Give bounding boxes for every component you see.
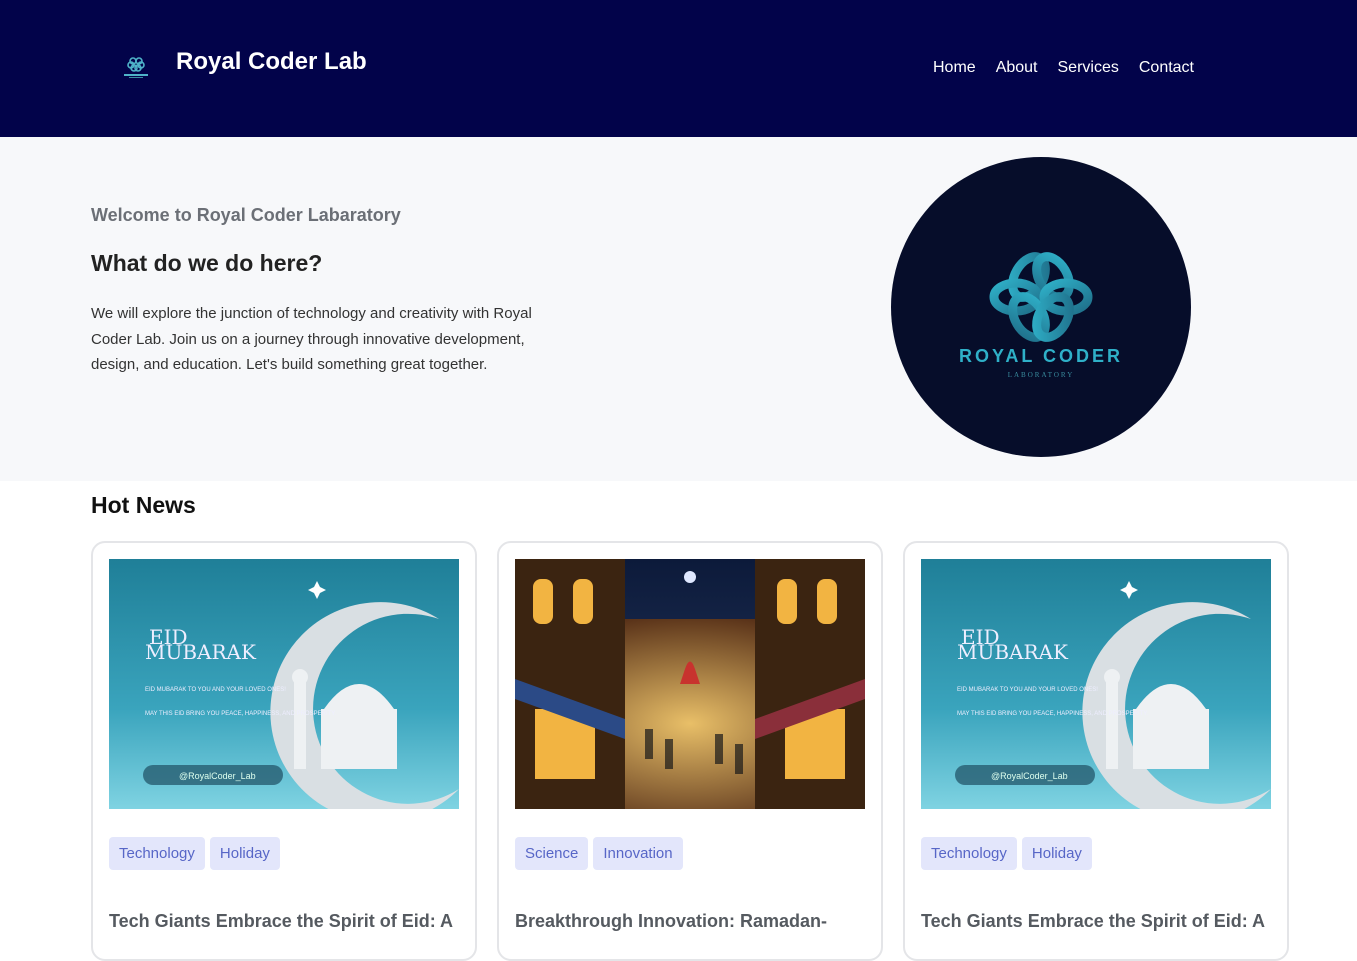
- main-nav: Home About Services Contact: [933, 59, 1194, 77]
- moon-icon: [684, 571, 696, 583]
- news-card-tags: Science Innovation: [515, 837, 683, 870]
- tag-innovation[interactable]: Innovation: [593, 837, 683, 870]
- brand-title[interactable]: Royal Coder Lab: [176, 48, 367, 76]
- logo-text: ROYAL CODER: [959, 346, 1123, 366]
- news-card-image[interactable]: EID MUBARAK EID MUBARAK TO YOU AND YOUR …: [921, 559, 1271, 809]
- eid-text2: MAY THIS EID BRING YOU PEACE, HAPPINESS,…: [145, 711, 336, 717]
- news-card-tags: Technology Holiday: [109, 837, 280, 870]
- news-card-tags: Technology Holiday: [921, 837, 1092, 870]
- eid-handle: @RoyalCoder_Lab: [991, 771, 1068, 781]
- tag-holiday[interactable]: Holiday: [1021, 837, 1092, 870]
- eid-heading-line2: MUBARAK: [145, 640, 257, 664]
- logo-subtext: LABORATORY: [1008, 371, 1075, 379]
- eid-heading-line2: MUBARAK: [957, 640, 1069, 664]
- site-header: Royal Coder Lab Home About Services Cont…: [0, 0, 1357, 137]
- nav-home-link[interactable]: Home: [933, 59, 976, 77]
- news-card-title[interactable]: Tech Giants Embrace the Spirit of Eid: A: [921, 911, 1281, 932]
- news-card[interactable]: EID MUBARAK EID MUBARAK TO YOU AND YOUR …: [91, 541, 477, 961]
- news-card-image[interactable]: [515, 559, 865, 809]
- hero-welcome-heading: Welcome to Royal Coder Labaratory: [91, 205, 401, 225]
- tag-holiday[interactable]: Holiday: [209, 837, 280, 870]
- royal-coder-logo-icon: ROYAL CODER LABORATORY: [959, 252, 1123, 379]
- hero-logo-circle: ROYAL CODER LABORATORY: [891, 157, 1191, 457]
- eid-text1: EID MUBARAK TO YOU AND YOUR LOVED ONES!: [145, 687, 286, 693]
- news-card-title[interactable]: Tech Giants Embrace the Spirit of Eid: A: [109, 911, 469, 932]
- tag-technology[interactable]: Technology: [109, 837, 205, 870]
- tag-technology[interactable]: Technology: [921, 837, 1017, 870]
- tag-science[interactable]: Science: [515, 837, 589, 870]
- nav-contact-link[interactable]: Contact: [1139, 59, 1194, 77]
- eid-text1: EID MUBARAK TO YOU AND YOUR LOVED ONES!: [957, 687, 1098, 693]
- hero-description: We will explore the junction of technolo…: [91, 305, 532, 373]
- eid-text2: MAY THIS EID BRING YOU PEACE, HAPPINESS,…: [957, 711, 1148, 717]
- hot-news-heading: Hot News: [91, 492, 196, 518]
- nav-services-link[interactable]: Services: [1058, 59, 1119, 77]
- nav-about-link[interactable]: About: [996, 59, 1038, 77]
- eid-handle: @RoyalCoder_Lab: [179, 771, 256, 781]
- brand-logo-icon[interactable]: [120, 53, 152, 81]
- news-card[interactable]: EID MUBARAK EID MUBARAK TO YOU AND YOUR …: [903, 541, 1289, 961]
- news-card-image[interactable]: EID MUBARAK EID MUBARAK TO YOU AND YOUR …: [109, 559, 459, 809]
- news-card[interactable]: Science Innovation Breakthrough Innovati…: [497, 541, 883, 961]
- hero-section: Welcome to Royal Coder Labaratory What d…: [0, 137, 1357, 481]
- hero-question-heading: What do we do here?: [91, 250, 323, 276]
- news-card-title[interactable]: Breakthrough Innovation: Ramadan-: [515, 911, 875, 932]
